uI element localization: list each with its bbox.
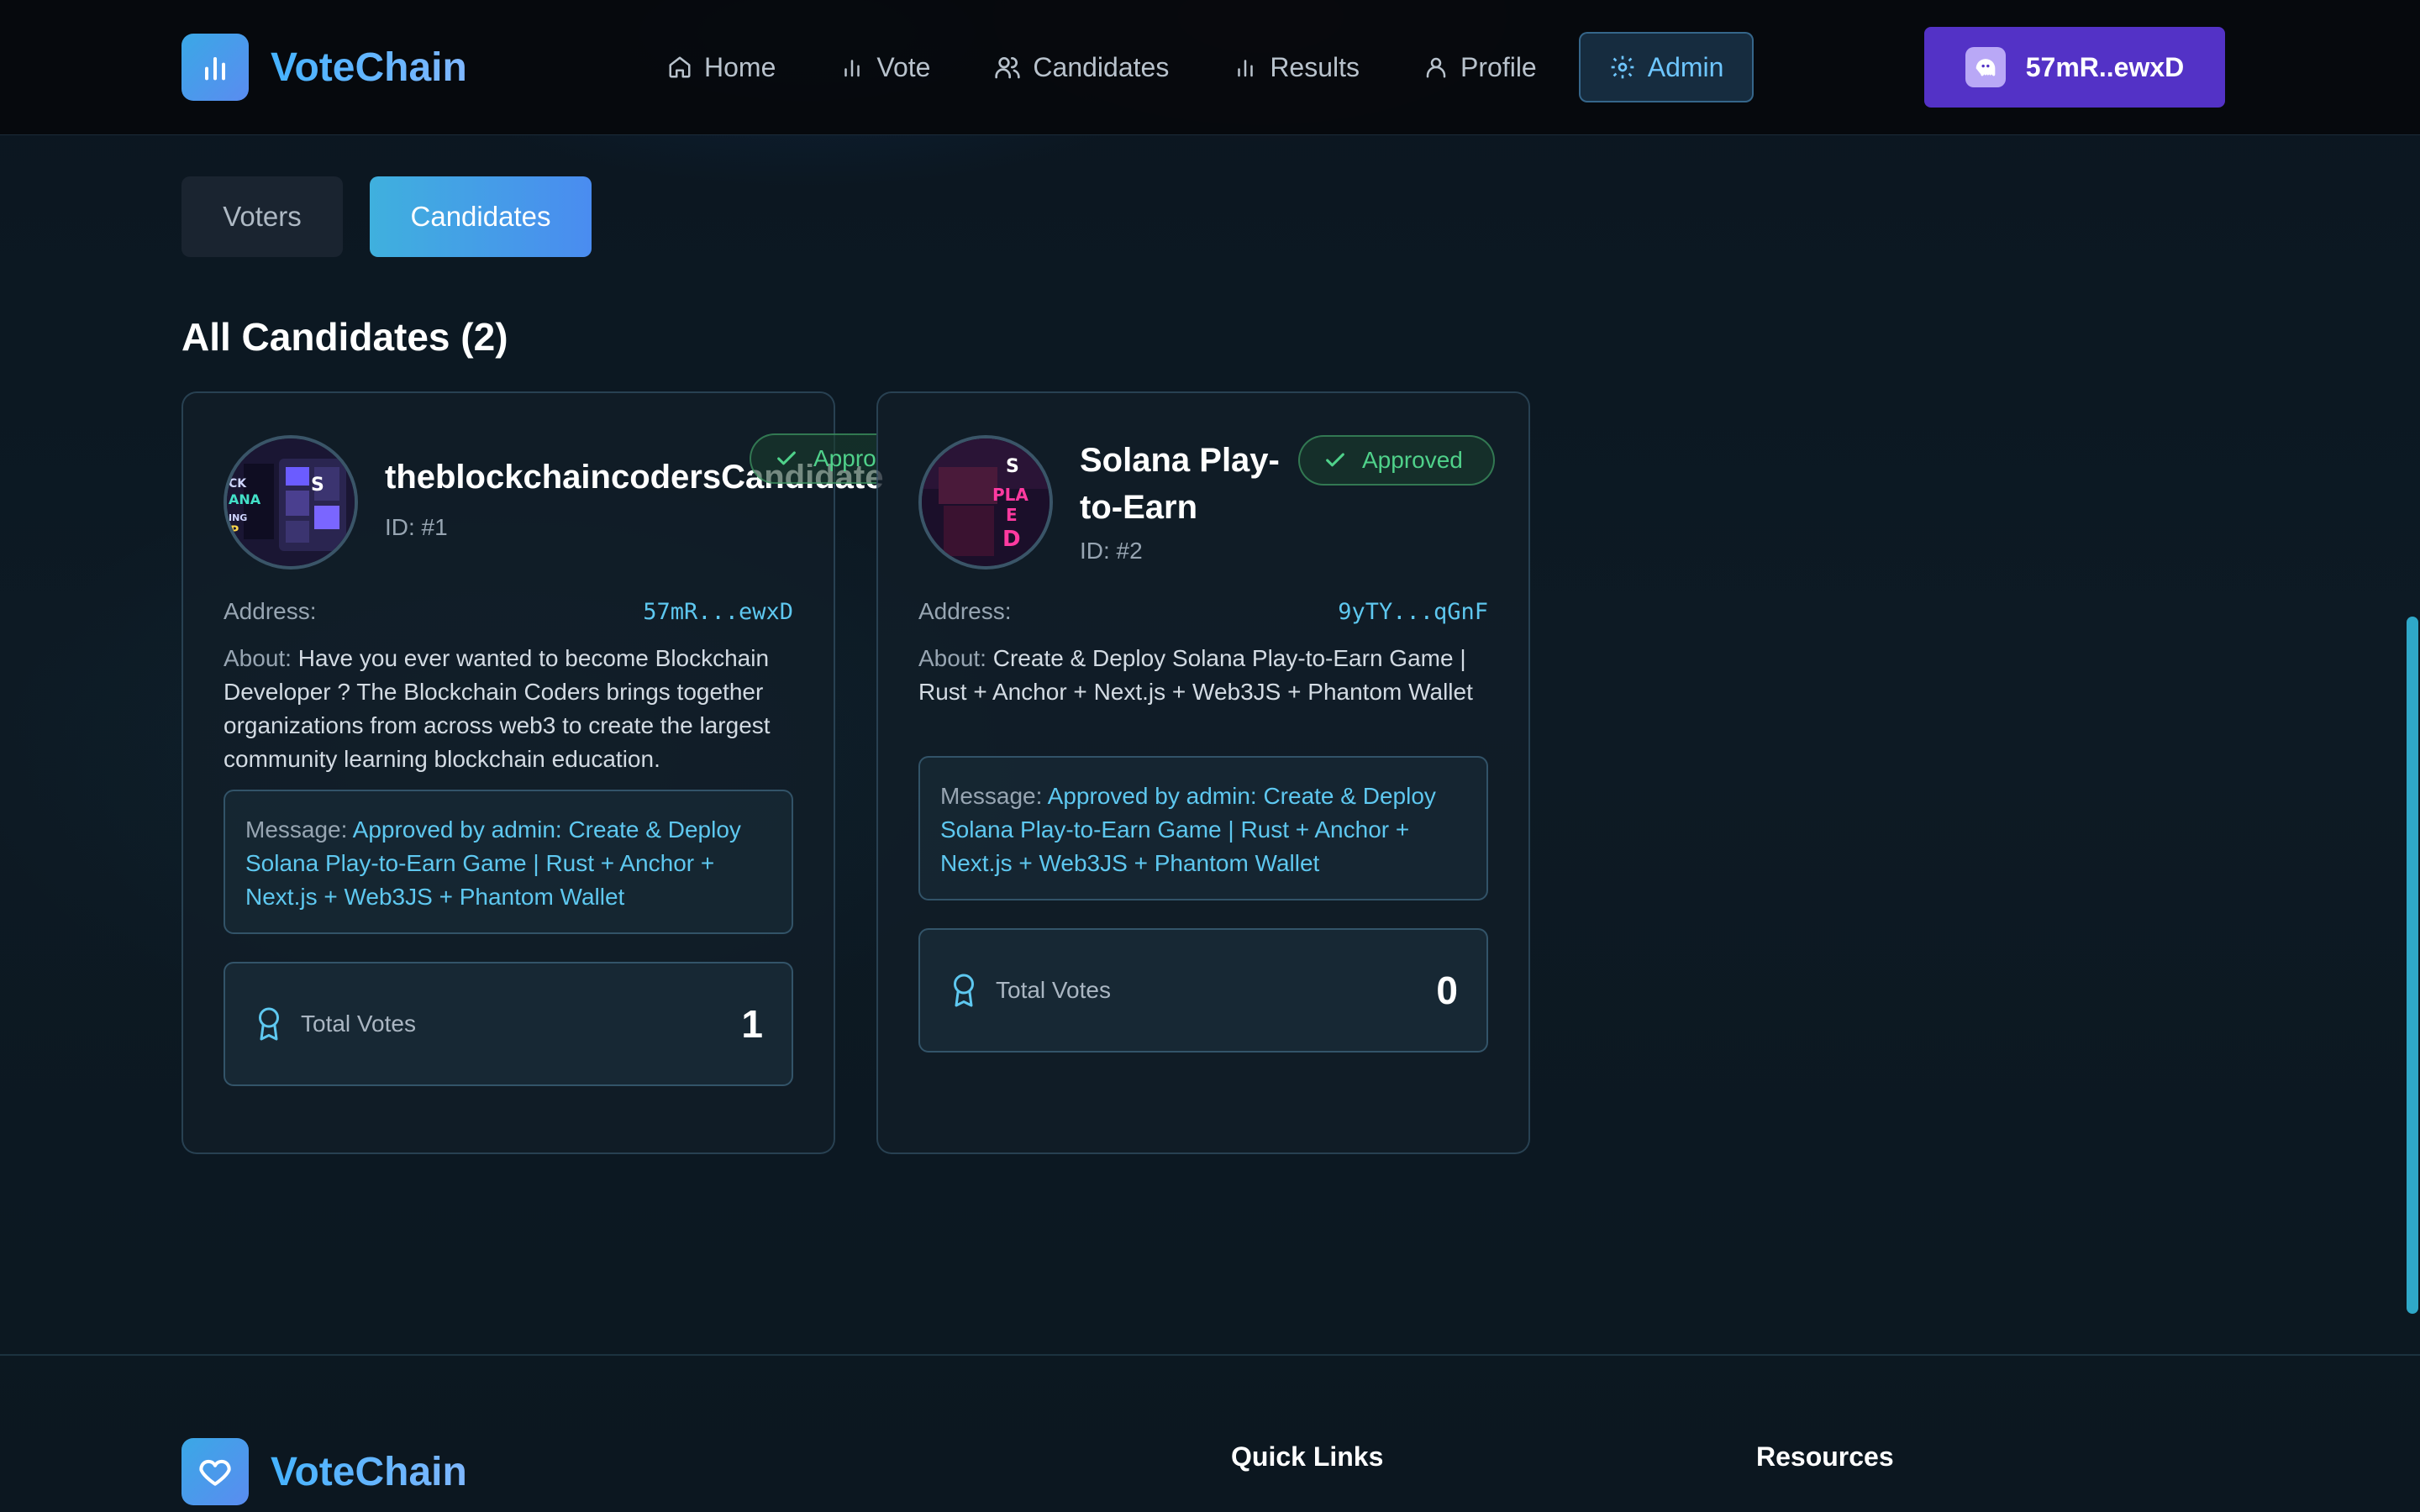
about-text: Create & Deploy Solana Play-to-Earn Game… <box>918 645 1473 705</box>
approved-badge: Approved <box>1298 435 1495 486</box>
footer-resources-heading: Resources <box>1756 1441 1894 1472</box>
footer-brand-name: VoteChain <box>271 1449 467 1494</box>
svg-text:E: E <box>1006 505 1018 525</box>
admin-tabs: Voters Candidates <box>182 176 592 257</box>
tab-candidates[interactable]: Candidates <box>370 176 592 257</box>
nav-candidates[interactable]: Candidates <box>965 32 1197 102</box>
award-icon <box>259 1007 279 1041</box>
candidate-name: Solana Play-to-Earn <box>1080 442 1280 526</box>
nav-home-label: Home <box>704 51 776 82</box>
svg-text:S: S <box>311 475 324 496</box>
wallet-address: 57mR..ewxD <box>2025 51 2185 82</box>
svg-text:CK: CK <box>229 477 247 491</box>
candidate-id: ID: #2 <box>1080 538 1143 564</box>
bar-chart-icon <box>1238 60 1254 77</box>
footer-brand[interactable]: VoteChain <box>182 1438 467 1505</box>
wallet-button[interactable]: 57mR..ewxD <box>1924 27 2225 108</box>
scrollbar-thumb[interactable] <box>2407 617 2418 1314</box>
nav-candidates-label: Candidates <box>1033 51 1170 82</box>
nav-admin-label: Admin <box>1647 51 1724 82</box>
bar-chart-logo-icon <box>182 34 249 101</box>
nav-results[interactable]: Results <box>1204 32 1388 102</box>
candidate-about: About: Create & Deploy Solana Play-to-Ea… <box>918 642 1488 709</box>
candidate-card: S PLA E D Solana Play-to-Earn ID: #2 App… <box>876 391 1530 1154</box>
nav-admin[interactable]: Admin <box>1578 32 1754 102</box>
nav-results-label: Results <box>1270 51 1360 82</box>
tab-voters[interactable]: Voters <box>182 176 343 257</box>
about-label: About: <box>224 645 292 671</box>
total-votes-box: Total Votes 0 <box>918 928 1488 1053</box>
total-votes-count: 0 <box>1436 969 1458 1012</box>
check-icon <box>1326 453 1344 467</box>
bar-chart-icon <box>844 60 860 77</box>
nav-vote[interactable]: Vote <box>811 32 959 102</box>
candidate-about: About: Have you ever wanted to become Bl… <box>224 642 793 776</box>
address-label: Address: <box>918 598 1012 624</box>
address-label: Address: <box>224 598 317 624</box>
total-votes-count: 1 <box>741 1002 763 1046</box>
candidate-avatar: CK ANA ING P S <box>224 435 358 570</box>
svg-text:ING: ING <box>229 512 247 523</box>
brand-name: VoteChain <box>271 45 467 90</box>
badge-label: Approved <box>1362 447 1463 473</box>
heart-logo-icon <box>182 1438 249 1505</box>
message-label: Message: <box>940 783 1043 809</box>
address-row: Address: 9yTY...qGnF <box>918 598 1488 625</box>
home-icon <box>669 56 691 78</box>
total-votes-label: Total Votes <box>996 977 1111 1003</box>
message-label: Message: <box>245 816 348 843</box>
footer-quick-links-heading: Quick Links <box>1231 1441 1384 1472</box>
phantom-ghost-icon <box>1965 47 2006 87</box>
about-label: About: <box>918 645 986 671</box>
footer-divider <box>0 1354 2420 1356</box>
admin-message-box: Message: Approved by admin: Create & Dep… <box>918 756 1488 900</box>
award-icon <box>954 974 974 1007</box>
about-text: Have you ever wanted to become Blockchai… <box>224 645 771 772</box>
candidate-id: ID: #1 <box>385 514 448 540</box>
gear-icon <box>1611 55 1634 79</box>
main-nav: Home Vote Candidates Results Profile Adm… <box>639 32 1760 102</box>
svg-text:P: P <box>230 524 239 538</box>
candidate-name: theblockchaincodersCandidate <box>385 459 884 496</box>
user-icon <box>1426 57 1446 78</box>
svg-text:PLA: PLA <box>992 485 1028 505</box>
nav-vote-label: Vote <box>876 51 931 82</box>
candidate-avatar: S PLA E D <box>918 435 1053 570</box>
nav-profile[interactable]: Profile <box>1395 32 1565 102</box>
top-navbar: VoteChain Home Vote Candidates Results P… <box>0 0 2420 135</box>
admin-message-box: Message: Approved by admin: Create & Dep… <box>224 790 793 934</box>
svg-text:ANA: ANA <box>229 491 261 507</box>
nav-profile-label: Profile <box>1460 51 1537 82</box>
users-icon <box>995 57 1021 79</box>
section-title: All Candidates (2) <box>182 315 508 359</box>
total-votes-box: Total Votes 1 <box>224 962 793 1086</box>
svg-text:S: S <box>1006 456 1019 477</box>
brand[interactable]: VoteChain <box>182 34 467 101</box>
nav-home[interactable]: Home <box>639 32 804 102</box>
candidate-card: CK ANA ING P S theblockchaincodersCandid… <box>182 391 883 1154</box>
candidate-address[interactable]: 9yTY...qGnF <box>1338 599 1488 625</box>
svg-text:D: D <box>1002 527 1021 552</box>
address-row: Address: 57mR...ewxD <box>224 598 793 625</box>
total-votes-label: Total Votes <box>301 1011 416 1037</box>
candidate-address[interactable]: 57mR...ewxD <box>643 599 793 625</box>
